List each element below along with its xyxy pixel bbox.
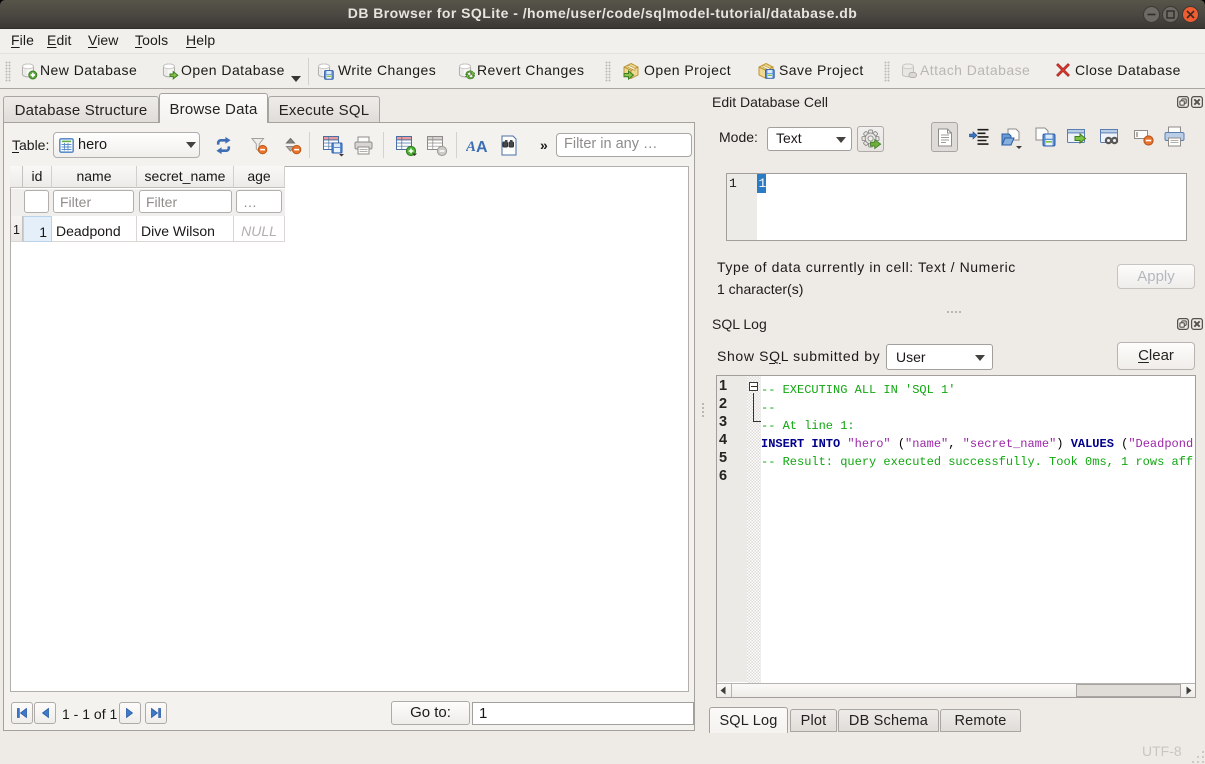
- svg-text:A: A: [476, 139, 488, 154]
- svg-text:A: A: [466, 139, 476, 154]
